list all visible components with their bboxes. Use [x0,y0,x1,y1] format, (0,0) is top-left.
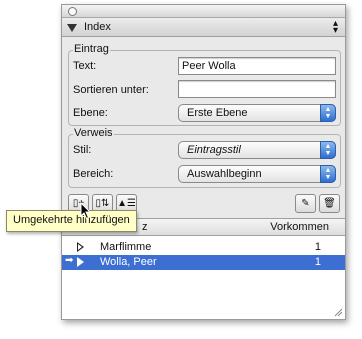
text-label: Text: [73,60,97,72]
panel-title: Index [84,21,111,33]
reference-group: Verweis Stil: Eintragsstil ▲ ▼ Bereich: A… [68,127,341,188]
style-label: Stil: [73,144,92,156]
disclosure-triangle-icon[interactable] [77,242,84,252]
pencil-icon: ✎ [301,198,310,209]
range-popup[interactable]: Auswahlbeginn ▲ ▼ [178,165,336,183]
level-popup[interactable]: Erste Ebene ▲ ▼ [178,104,336,122]
text-field[interactable]: Peer Wolla [178,57,336,75]
range-popup-value: Auswahlbeginn [187,168,262,180]
trash-icon: 🗑 [323,198,336,209]
list-item-count: 1 [314,256,321,268]
circle-button-icon[interactable] [68,7,77,16]
add-reversed-icon: ▯⇅ [95,198,110,209]
index-panel: Index ▴ ▾ Eintrag Text: Peer Wolla Sortie… [61,4,346,320]
level-popup-value: Erste Ebene [187,107,248,119]
popup-arrows-icon: ▲ ▼ [320,141,336,159]
sort-field[interactable] [178,80,336,98]
sort-icon: ▲☰ [117,198,136,209]
panel-tab[interactable]: Index ▴ ▾ [62,18,345,37]
delete-button[interactable]: 🗑 [319,194,340,213]
list-item-name: Marflimme [100,241,152,253]
list-item-selected[interactable]: ➡ Wolla, Peer 1 [62,255,345,270]
index-list[interactable]: Marflimme 1 ➡ Wolla, Peer 1 [62,236,345,319]
title-bar[interactable] [62,5,345,18]
style-popup-value: Eintragsstil [187,144,241,156]
popup-arrows-icon: ▲ ▼ [320,165,336,183]
current-marker-icon: ➡ [65,255,74,266]
resize-grip-icon[interactable] [333,307,343,317]
entry-group: Eintrag Text: Peer Wolla Sortieren unter… [68,43,341,126]
panel-menu-arrows-icon[interactable]: ▴ ▾ [333,19,338,36]
list-item[interactable]: Marflimme 1 [62,240,345,255]
disclosure-triangle-icon[interactable] [77,257,84,267]
sort-label: Sortieren unter: [73,84,149,96]
disclosure-triangle-icon[interactable] [67,24,77,32]
level-label: Ebene: [73,107,108,119]
list-item-name: Wolla, Peer [100,256,157,268]
style-popup[interactable]: Eintragsstil ▲ ▼ [178,141,336,159]
tooltip: Umgekehrte hinzufügen [6,210,137,232]
range-label: Bereich: [73,168,114,180]
popup-arrows-icon: ▲ ▼ [320,104,336,122]
pointer-cursor-icon [80,202,92,220]
reference-group-label: Verweis [73,127,114,139]
column-occurrences[interactable]: Vorkommen [270,221,329,233]
edit-button[interactable]: ✎ [295,194,316,213]
entry-group-label: Eintrag [73,43,110,55]
list-item-count: 1 [314,241,321,253]
list-header-left: z [142,221,148,233]
